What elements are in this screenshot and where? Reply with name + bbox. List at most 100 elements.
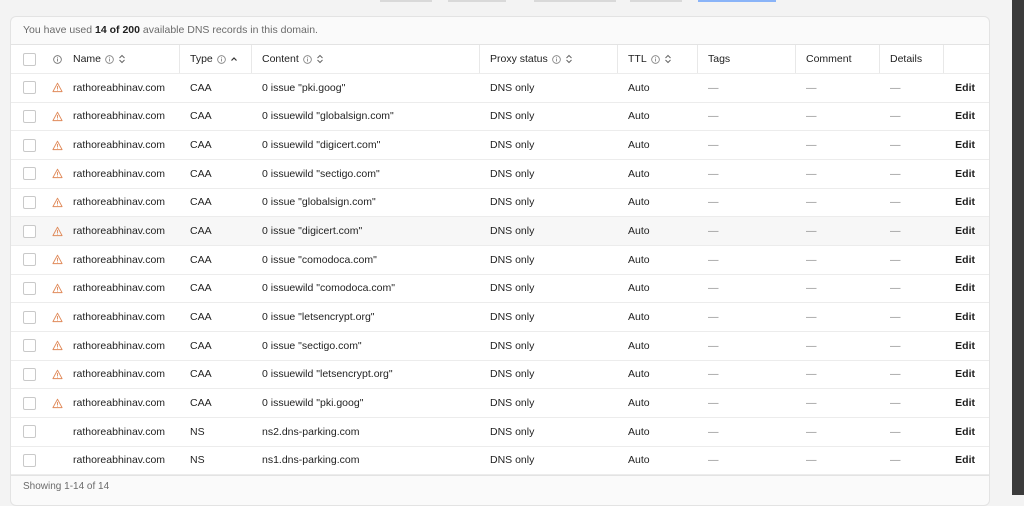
record-proxy-status: DNS only xyxy=(490,368,535,381)
tab-indicator-active xyxy=(698,0,776,2)
edit-record-button[interactable]: Edit xyxy=(955,397,975,409)
edit-record-button[interactable]: Edit xyxy=(955,82,975,94)
warning-triangle-icon[interactable] xyxy=(51,168,63,179)
row-select-checkbox[interactable] xyxy=(22,281,36,295)
edit-record-button[interactable]: Edit xyxy=(955,340,975,352)
record-tags: — xyxy=(708,339,719,352)
row-select-checkbox[interactable] xyxy=(22,224,36,238)
warning-triangle-icon[interactable] xyxy=(51,254,63,265)
record-details: — xyxy=(890,167,901,180)
edit-record-button[interactable]: Edit xyxy=(955,368,975,380)
edit-record-button[interactable]: Edit xyxy=(955,254,975,266)
column-header-tags: Tags xyxy=(698,45,796,73)
row-actions-cell: Edit xyxy=(944,131,989,159)
warning-triangle-icon[interactable] xyxy=(51,111,63,122)
warning-triangle-icon[interactable] xyxy=(51,312,63,323)
record-content: 0 issue "digicert.com" xyxy=(262,225,363,238)
warning-triangle-icon[interactable] xyxy=(51,398,63,409)
row-select-checkbox[interactable] xyxy=(22,195,36,209)
info-circle-icon[interactable] xyxy=(52,54,62,64)
info-circle-icon[interactable] xyxy=(302,54,312,64)
table-row[interactable]: rathoreabhinav.com CAA 0 issuewild "pki.go… xyxy=(11,389,989,418)
row-select-cell xyxy=(11,74,41,102)
row-select-checkbox[interactable] xyxy=(22,109,36,123)
info-circle-icon[interactable] xyxy=(216,54,226,64)
info-circle-icon[interactable] xyxy=(551,54,561,64)
record-comment: — xyxy=(806,454,817,467)
record-content: ns2.dns-parking.com xyxy=(262,425,360,438)
row-select-cell xyxy=(11,103,41,131)
record-tags: — xyxy=(708,425,719,438)
table-row[interactable]: rathoreabhinav.com NS ns2.dns-parking.com D… xyxy=(11,418,989,447)
row-select-checkbox[interactable] xyxy=(22,138,36,152)
table-row[interactable]: rathoreabhinav.com CAA 0 issuewild "digice… xyxy=(11,131,989,160)
record-tags: — xyxy=(708,397,719,410)
edit-record-button[interactable]: Edit xyxy=(955,311,975,323)
record-comment: — xyxy=(806,139,817,152)
column-header-type[interactable]: Type xyxy=(180,45,252,73)
warning-triangle-icon[interactable] xyxy=(51,140,63,151)
edit-record-button[interactable]: Edit xyxy=(955,426,975,438)
column-header-ttl[interactable]: TTL xyxy=(618,45,698,73)
warning-triangle-icon[interactable] xyxy=(51,283,63,294)
column-header-name[interactable]: Name xyxy=(73,45,180,73)
table-row[interactable]: rathoreabhinav.com CAA 0 issue "sectigo.co… xyxy=(11,332,989,361)
warning-triangle-icon[interactable] xyxy=(51,226,63,237)
info-circle-icon[interactable] xyxy=(650,54,660,64)
warning-triangle-icon[interactable] xyxy=(51,369,63,380)
row-actions-cell: Edit xyxy=(944,447,989,475)
record-proxy-status: DNS only xyxy=(490,225,535,238)
table-row[interactable]: rathoreabhinav.com CAA 0 issuewild "letsen… xyxy=(11,361,989,390)
dns-records-card: You have used 14 of 200 available DNS re… xyxy=(10,16,990,506)
row-select-checkbox[interactable] xyxy=(22,339,36,353)
info-circle-icon[interactable] xyxy=(105,54,114,64)
row-status-cell xyxy=(41,332,73,360)
select-all-checkbox[interactable] xyxy=(22,52,36,66)
warning-triangle-icon[interactable] xyxy=(51,197,63,208)
row-select-checkbox[interactable] xyxy=(22,81,36,95)
edit-record-button[interactable]: Edit xyxy=(955,168,975,180)
edit-record-button[interactable]: Edit xyxy=(955,139,975,151)
sort-arrows-icon[interactable] xyxy=(316,54,324,64)
sort-arrows-icon[interactable] xyxy=(118,54,126,64)
row-select-checkbox[interactable] xyxy=(22,367,36,381)
column-header-proxy-status[interactable]: Proxy status xyxy=(480,45,618,73)
table-row[interactable]: rathoreabhinav.com CAA 0 issuewild "sectig… xyxy=(11,160,989,189)
sort-arrows-icon[interactable] xyxy=(565,54,573,64)
row-actions-cell: Edit xyxy=(944,389,989,417)
table-row[interactable]: rathoreabhinav.com CAA 0 issue "letsencryp… xyxy=(11,303,989,332)
record-ttl: Auto xyxy=(628,81,650,94)
record-content: 0 issue "comodoca.com" xyxy=(262,253,377,266)
record-proxy-status: DNS only xyxy=(490,454,535,467)
record-content: 0 issue "globalsign.com" xyxy=(262,196,376,209)
record-details: — xyxy=(890,425,901,438)
table-row[interactable]: rathoreabhinav.com CAA 0 issue "digicert.c… xyxy=(11,217,989,246)
edit-record-button[interactable]: Edit xyxy=(955,196,975,208)
table-row[interactable]: rathoreabhinav.com CAA 0 issuewild "comodo… xyxy=(11,275,989,304)
row-select-checkbox[interactable] xyxy=(22,167,36,181)
row-select-checkbox[interactable] xyxy=(22,453,36,467)
table-row[interactable]: rathoreabhinav.com CAA 0 issue "comodoca.c… xyxy=(11,246,989,275)
edit-record-button[interactable]: Edit xyxy=(955,282,975,294)
table-row[interactable]: rathoreabhinav.com CAA 0 issue "pki.goog" D… xyxy=(11,74,989,103)
table-row[interactable]: rathoreabhinav.com CAA 0 issuewild "global… xyxy=(11,103,989,132)
row-status-cell xyxy=(41,131,73,159)
sort-arrows-icon[interactable] xyxy=(664,54,672,64)
edit-record-button[interactable]: Edit xyxy=(955,454,975,466)
record-tags: — xyxy=(708,282,719,295)
row-select-cell xyxy=(11,131,41,159)
warning-triangle-icon[interactable] xyxy=(51,340,63,351)
table-row[interactable]: rathoreabhinav.com NS ns1.dns-parking.com D… xyxy=(11,447,989,476)
row-select-checkbox[interactable] xyxy=(22,253,36,267)
edit-record-button[interactable]: Edit xyxy=(955,225,975,237)
column-header-content[interactable]: Content xyxy=(252,45,480,73)
row-select-checkbox[interactable] xyxy=(22,425,36,439)
sort-ascending-icon[interactable] xyxy=(230,54,238,64)
row-select-checkbox[interactable] xyxy=(22,396,36,410)
table-row[interactable]: rathoreabhinav.com CAA 0 issue "globalsign… xyxy=(11,189,989,218)
edit-record-button[interactable]: Edit xyxy=(955,110,975,122)
record-ttl: Auto xyxy=(628,397,650,410)
record-name: rathoreabhinav.com xyxy=(73,253,166,266)
row-select-checkbox[interactable] xyxy=(22,310,36,324)
warning-triangle-icon[interactable] xyxy=(51,82,63,93)
